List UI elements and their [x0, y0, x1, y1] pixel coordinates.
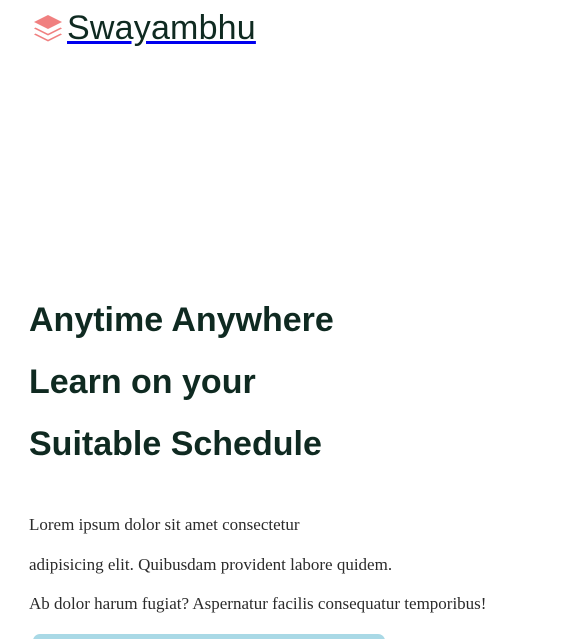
- cta-button-partial[interactable]: [33, 634, 385, 639]
- headline-line-3: Suitable Schedule: [29, 425, 322, 463]
- hero-content: Anytime Anywhere Learn on your Suitable …: [29, 289, 549, 639]
- headline-line-1: Anytime Anywhere: [29, 301, 334, 339]
- brand-name: Swayambhu: [67, 9, 256, 47]
- brand-logo[interactable]: Swayambhu: [31, 8, 256, 48]
- layers-icon: [31, 11, 65, 45]
- description-line-1: Lorem ipsum dolor sit amet consectetur: [29, 515, 300, 534]
- description-line-3: Ab dolor harum fugiat? Aspernatur facili…: [29, 594, 487, 613]
- headline-line-2: Learn on your: [29, 363, 256, 401]
- hero-headline: Anytime Anywhere Learn on your Suitable …: [29, 289, 549, 475]
- description-line-2: adipisicing elit. Quibusdam provident la…: [29, 554, 393, 574]
- hero-description: Lorem ipsum dolor sit amet consectetur a…: [29, 505, 549, 624]
